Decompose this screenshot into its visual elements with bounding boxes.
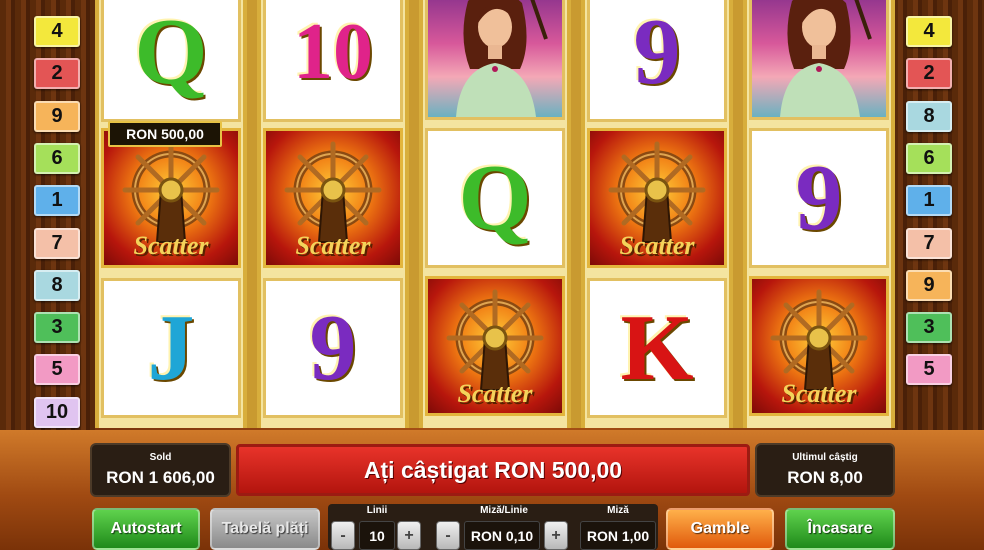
reel-2: 10 Scatter 9 <box>257 0 409 428</box>
symbol-glyph: 10 <box>293 8 373 96</box>
symbol-glyph: Q <box>134 0 208 104</box>
payline-indicator: 2 <box>34 58 80 90</box>
balance-value: RON 1 606,00 <box>106 468 215 487</box>
bet-line-minus-button[interactable]: - <box>436 521 460 550</box>
balance-panel: Sold RON 1 606,00 <box>90 443 231 497</box>
scatter-symbol: Scatter <box>263 128 403 268</box>
autostart-button[interactable]: Autostart <box>92 508 200 550</box>
pirate-lady-symbol <box>425 0 565 120</box>
symbol-glyph: J <box>147 296 195 400</box>
reel-3: Q Scatter <box>419 0 571 428</box>
payline-indicator: 5 <box>34 354 80 386</box>
slot-machine: 4 2 9 6 1 7 8 3 5 10 4 2 8 6 1 7 9 3 5 Q Scatter J 10 Scatt… <box>0 0 984 550</box>
payline-indicator: 1 <box>34 185 80 217</box>
last-win-label: Ultimul câștig <box>792 452 858 463</box>
symbol-9: 9 <box>263 278 403 418</box>
payline-indicator: 1 <box>906 185 952 217</box>
gamble-button[interactable]: Gamble <box>666 508 774 550</box>
symbol-9: 9 <box>587 0 727 122</box>
reel-5: 9 Scatter <box>743 0 895 428</box>
symbol-q: Q <box>425 128 565 268</box>
paytable-button[interactable]: Tabelă plăți <box>210 508 320 550</box>
lines-minus-button[interactable]: - <box>331 521 355 550</box>
collect-button[interactable]: Încasare <box>785 508 895 550</box>
scatter-label: Scatter <box>295 231 371 260</box>
payline-indicator: 7 <box>34 227 80 259</box>
pirate-lady-icon <box>780 0 872 117</box>
symbol-glyph: K <box>620 296 694 400</box>
scatter-label: Scatter <box>133 231 209 260</box>
payline-indicator: 6 <box>34 142 80 174</box>
lines-value: 10 <box>359 521 395 550</box>
payline-indicator: 4 <box>34 16 80 47</box>
payline-indicator: 2 <box>906 58 952 90</box>
scatter-symbol: Scatter <box>587 128 727 268</box>
scatter-label: Scatter <box>781 379 857 408</box>
symbol-10: 10 <box>263 0 403 122</box>
symbol-j: J <box>101 278 241 418</box>
win-amount-tag: RON 500,00 <box>108 121 222 147</box>
lines-label: Linii <box>366 505 388 516</box>
pirate-lady-icon <box>456 0 548 117</box>
reel-area: Q Scatter J 10 Scatter 9 Q Scatter 9 Sca… <box>95 0 895 428</box>
payline-indicator: 7 <box>906 227 952 259</box>
payline-indicator: 9 <box>34 100 80 132</box>
payline-indicator: 5 <box>906 354 952 386</box>
lines-plus-button[interactable]: + <box>397 521 421 550</box>
symbol-glyph: 9 <box>633 0 681 104</box>
scatter-label: Scatter <box>457 379 533 408</box>
symbol-k: K <box>587 278 727 418</box>
win-message: Ați câștigat RON 500,00 <box>236 444 750 496</box>
reel-1: Q Scatter J <box>95 0 247 428</box>
bet-value: RON 1,00 <box>580 521 656 550</box>
scatter-symbol: Scatter <box>425 276 565 416</box>
last-win-value: RON 8,00 <box>787 468 863 487</box>
bet-per-line-label: Miză/Linie <box>480 505 528 516</box>
payline-indicator: 4 <box>906 16 952 47</box>
payline-indicator: 9 <box>906 269 952 301</box>
payline-indicator: 10 <box>34 396 80 428</box>
payline-indicator: 6 <box>906 142 952 174</box>
symbol-glyph: 9 <box>795 146 843 250</box>
bet-label: Miză <box>607 505 629 516</box>
last-win-panel: Ultimul câștig RON 8,00 <box>755 443 895 497</box>
payline-indicator: 8 <box>906 100 952 132</box>
reel-4: 9 Scatter K <box>581 0 733 428</box>
symbol-q: Q <box>101 0 241 122</box>
pirate-lady-symbol <box>749 0 889 120</box>
balance-label: Sold <box>149 452 172 463</box>
symbol-glyph: 9 <box>309 296 357 400</box>
scatter-symbol: Scatter <box>749 276 889 416</box>
scatter-label: Scatter <box>619 231 695 260</box>
payline-indicator: 8 <box>34 269 80 301</box>
payline-indicator: 3 <box>906 312 952 344</box>
scatter-symbol: Scatter <box>101 128 241 268</box>
bet-per-line-value: RON 0,10 <box>464 521 540 550</box>
payline-indicator: 3 <box>34 312 80 344</box>
symbol-9: 9 <box>749 128 889 268</box>
symbol-glyph: Q <box>458 146 532 250</box>
bet-line-plus-button[interactable]: + <box>544 521 568 550</box>
